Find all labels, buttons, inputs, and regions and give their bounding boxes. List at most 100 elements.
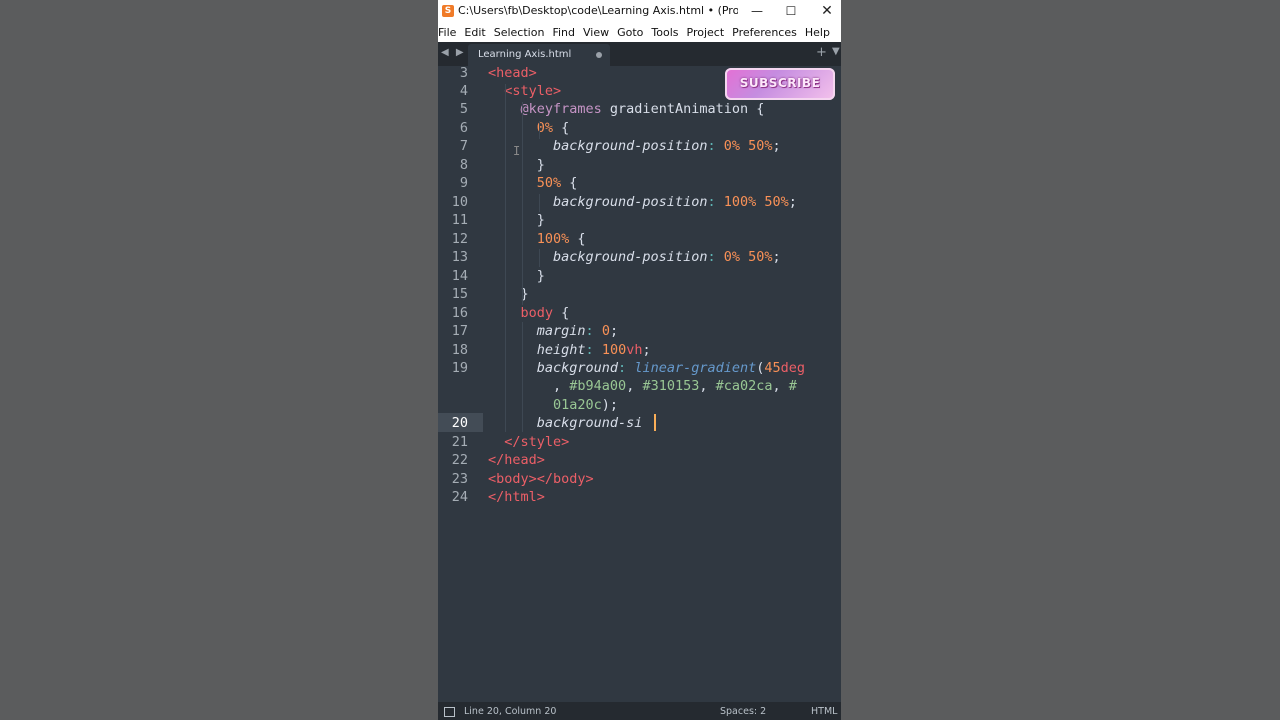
code-line: background-si xyxy=(488,414,643,432)
code-token: #310153 xyxy=(642,378,700,394)
code-token: 50% xyxy=(739,138,773,154)
code-line: , #b94a00, #310153, #ca02ca, # xyxy=(488,377,797,395)
code-token: 0% xyxy=(488,120,554,136)
code-token: , xyxy=(488,378,570,394)
menu-find[interactable]: Find xyxy=(549,26,580,39)
line-number: 12 xyxy=(451,231,468,247)
code-token: 0% xyxy=(715,138,740,154)
code-line: } xyxy=(488,156,545,174)
line-number: 20 xyxy=(451,415,468,431)
code-token: 50% xyxy=(756,194,789,210)
status-bar: Line 20, Column 20 Spaces: 2 HTML xyxy=(438,702,841,720)
indent-guide xyxy=(539,121,540,139)
cursor-position: Line 20, Column 20 xyxy=(464,706,557,717)
minimize-button[interactable]: — xyxy=(738,0,776,22)
line-number xyxy=(438,396,468,414)
code-token: ; xyxy=(642,342,651,358)
code-token: ; xyxy=(772,249,781,265)
code-token: 0% xyxy=(715,249,740,265)
code-token: 50% xyxy=(739,249,773,265)
indent-guide xyxy=(522,322,523,432)
code-token: margin xyxy=(488,323,586,339)
menu-selection[interactable]: Selection xyxy=(491,26,550,39)
code-line: margin: 0; xyxy=(488,322,618,340)
new-tab-plus-icon[interactable]: + xyxy=(816,45,827,60)
line-number: 15 xyxy=(451,286,468,302)
line-number: 3 xyxy=(459,66,468,81)
line-number: 17 xyxy=(451,323,468,339)
code-line: 0% { xyxy=(488,119,570,137)
line-number: 8 xyxy=(459,157,468,173)
code-token: </html> xyxy=(488,489,545,505)
indent-guide xyxy=(505,84,506,432)
code-token: background xyxy=(488,360,619,376)
line-number: 19 xyxy=(451,360,468,376)
editor-window: S C:\Users\fb\Desktop\code\Learning Axis… xyxy=(438,0,841,720)
menu-view[interactable]: View xyxy=(580,26,614,39)
code-token: ; xyxy=(772,138,781,154)
title-bar[interactable]: S C:\Users\fb\Desktop\code\Learning Axis… xyxy=(438,0,841,22)
code-token: 50% xyxy=(488,175,562,191)
code-token: <style> xyxy=(488,83,562,99)
line-number: 7 xyxy=(459,138,468,154)
syntax-mode[interactable]: HTML xyxy=(811,706,837,717)
menu-goto[interactable]: Goto xyxy=(614,26,648,39)
menu-tools[interactable]: Tools xyxy=(648,26,683,39)
code-token: : xyxy=(707,194,716,210)
menu-project[interactable]: Project xyxy=(684,26,730,39)
code-token: vh xyxy=(626,342,643,358)
code-token: # xyxy=(788,378,797,394)
code-token: #b94a00 xyxy=(569,378,627,394)
close-button[interactable]: ✕ xyxy=(808,0,841,22)
code-line: background-position: 100% 50%; xyxy=(488,193,797,211)
code-token: : xyxy=(618,360,627,376)
indentation-setting[interactable]: Spaces: 2 xyxy=(720,706,766,717)
line-number: 13 xyxy=(451,249,468,265)
code-token: </style> xyxy=(488,434,570,450)
code-token: , xyxy=(772,378,789,394)
panel-toggle-icon[interactable] xyxy=(444,707,455,717)
menu-edit[interactable]: Edit xyxy=(461,26,490,39)
code-token: : xyxy=(585,323,594,339)
code-token: <body></body> xyxy=(488,471,594,487)
menu-preferences[interactable]: Preferences xyxy=(729,26,802,39)
code-token: 100 xyxy=(593,342,627,358)
code-editor[interactable]: 3 4 5 6 7 8 9 10 11 12 13 14 15 16 17 18 19 20 21 22 23 24 <h… xyxy=(438,66,841,702)
code-token: gradientAnimation { xyxy=(601,101,765,117)
code-line: } xyxy=(488,211,545,229)
line-number: 5 xyxy=(459,101,468,117)
tab-list-dropdown-icon[interactable]: ▼ xyxy=(832,46,840,57)
menu-file[interactable]: File xyxy=(438,26,461,39)
code-token: <head> xyxy=(488,66,537,81)
sublime-app-icon: S xyxy=(442,5,454,17)
code-line: height: 100vh; xyxy=(488,341,651,359)
menu-help[interactable]: Help xyxy=(802,26,835,39)
subscribe-badge[interactable]: SUBSCRIBE xyxy=(725,68,835,100)
code-line: 50% { xyxy=(488,174,578,192)
code-token: , xyxy=(626,378,643,394)
code-token: body xyxy=(488,305,554,321)
mouse-ibeam-cursor-icon: I xyxy=(513,144,521,158)
line-number xyxy=(438,377,468,395)
code-line: <body></body> xyxy=(488,470,594,488)
code-token: 45 xyxy=(764,360,781,376)
indent-guide xyxy=(522,102,523,305)
text-caret xyxy=(654,414,656,431)
maximize-button[interactable]: ☐ xyxy=(772,0,810,22)
tab-learning-axis[interactable]: Learning Axis.html xyxy=(468,44,610,66)
tab-nav-arrows-icon[interactable]: ◀ ▶ xyxy=(441,47,466,58)
unsaved-dot-icon[interactable] xyxy=(596,52,602,58)
subscribe-label: SUBSCRIBE xyxy=(739,76,821,90)
window-title: C:\Users\fb\Desktop\code\Learning Axis.h… xyxy=(458,4,738,17)
code-token: ; xyxy=(609,323,619,339)
code-line: <head> xyxy=(488,66,537,82)
code-token: : xyxy=(707,249,716,265)
line-number: 23 xyxy=(451,471,468,487)
code-token: #ca02ca xyxy=(715,378,773,394)
line-number: 22 xyxy=(451,452,468,468)
line-number-gutter: 3 4 5 6 7 8 9 10 11 12 13 14 15 16 17 18 19 20 21 22 23 24 xyxy=(438,66,482,702)
code-token: : xyxy=(585,342,594,358)
code-token: ; xyxy=(788,194,797,210)
code-line: <style> xyxy=(488,82,561,100)
indent-guide xyxy=(539,249,540,267)
